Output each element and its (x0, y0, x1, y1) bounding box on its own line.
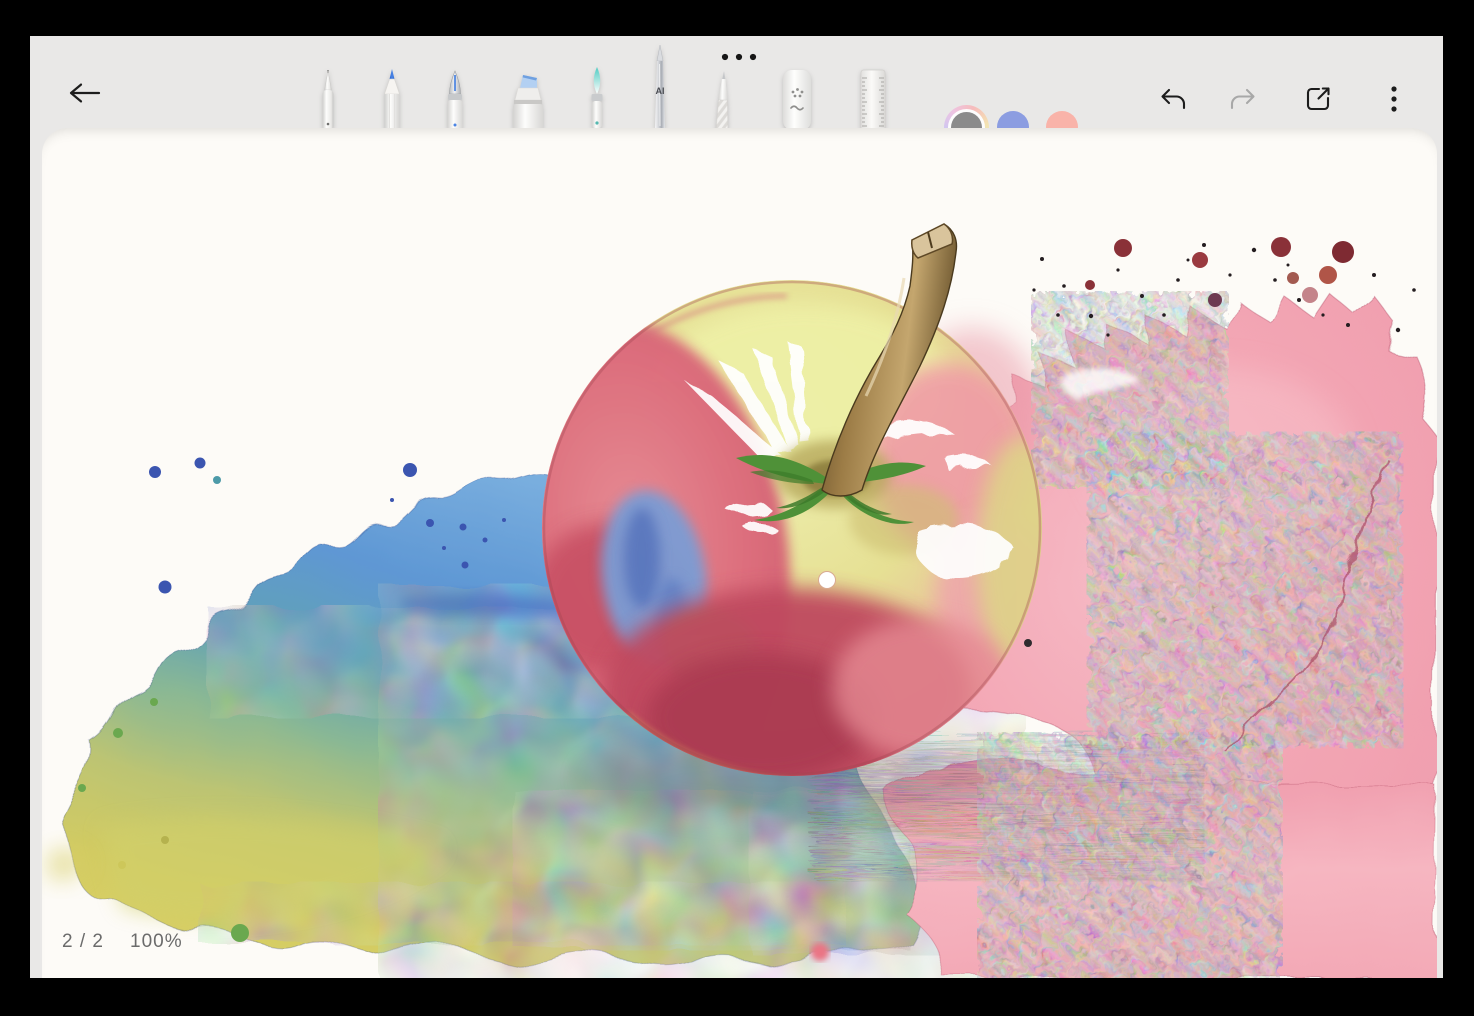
screenshot-root: { "toolbar": { "back": {"label": "Back"}… (0, 0, 1474, 1016)
watercolor-apple-artwork (42, 128, 1437, 978)
fountain-pen-icon (444, 70, 466, 130)
kebab-menu-icon (1390, 84, 1398, 117)
ellipsis-icon (718, 50, 760, 65)
tool-fountain-pen[interactable] (437, 70, 473, 130)
tool-eraser[interactable] (777, 68, 817, 130)
drawing-canvas[interactable]: 2 / 2 100% (42, 128, 1437, 978)
back-arrow-icon (66, 80, 102, 109)
ink-dot (1024, 639, 1032, 647)
pencil-icon (381, 68, 403, 130)
calligraphy-pen-icon (711, 70, 735, 131)
toolbar-drag-handle[interactable] (717, 50, 761, 64)
apple-white-dot (819, 572, 836, 589)
ballpoint-pen-icon (320, 69, 336, 130)
redo-button[interactable] (1221, 80, 1265, 120)
tool-pencil[interactable] (374, 68, 410, 130)
highlighter-icon (510, 72, 546, 130)
more-options-button[interactable] (1372, 80, 1416, 120)
ruler-icon (857, 68, 889, 130)
tool-calligraphy-pen[interactable] (705, 70, 741, 130)
pink-drop (811, 943, 829, 961)
ai-pen-icon: AI (650, 44, 670, 130)
page-indicator: 2 / 2 (62, 931, 104, 953)
zoom-level: 100% (130, 931, 183, 953)
tool-watercolor-brush[interactable] (579, 66, 615, 130)
undo-icon (1158, 86, 1188, 115)
tool-ai-pen[interactable]: AI (642, 44, 678, 130)
drawing-app-window: AI (30, 36, 1443, 978)
tool-ruler[interactable] (854, 68, 892, 130)
share-export-icon (1303, 84, 1333, 117)
ai-pen-badge: AI (656, 86, 665, 96)
tool-highlighter[interactable] (508, 72, 548, 130)
back-button[interactable] (62, 76, 106, 112)
tool-ballpoint-pen[interactable] (310, 69, 346, 130)
redo-icon (1228, 86, 1258, 115)
share-button[interactable] (1296, 80, 1340, 120)
undo-button[interactable] (1151, 80, 1195, 120)
spatter-dark-red (1085, 237, 1354, 307)
eraser-icon (780, 68, 814, 130)
brush-icon (586, 66, 608, 130)
